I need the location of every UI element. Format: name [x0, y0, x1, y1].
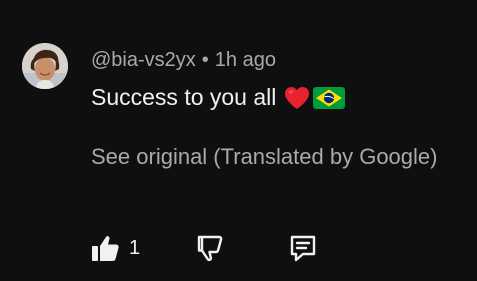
comment-text: Success to you all — [91, 84, 346, 111]
meta-separator: • — [201, 49, 209, 71]
red-heart-icon — [285, 86, 310, 109]
thumbs-down-icon — [197, 235, 223, 262]
like-button[interactable]: 1 — [89, 230, 140, 266]
comment-text-content: Success to you all — [91, 84, 277, 110]
comment-meta: @bia-vs2yx • 1h ago — [91, 49, 276, 72]
like-count: 1 — [129, 236, 141, 259]
reply-button[interactable] — [287, 230, 319, 266]
comment-time[interactable]: 1h ago — [215, 49, 276, 71]
comment-actions: 1 — [89, 230, 469, 266]
brazil-flag-icon — [313, 86, 346, 109]
dislike-button[interactable] — [195, 230, 227, 266]
avatar-image-icon — [22, 43, 68, 89]
author-name[interactable]: @bia-vs2yx — [91, 49, 196, 71]
avatar[interactable] — [22, 43, 68, 89]
comment-item: @bia-vs2yx • 1h ago Success to you all See… — [0, 0, 477, 281]
thumbs-up-icon — [92, 236, 119, 261]
comment-icon — [290, 235, 316, 262]
see-original-link[interactable]: See original (Translated by Google) — [91, 144, 437, 170]
